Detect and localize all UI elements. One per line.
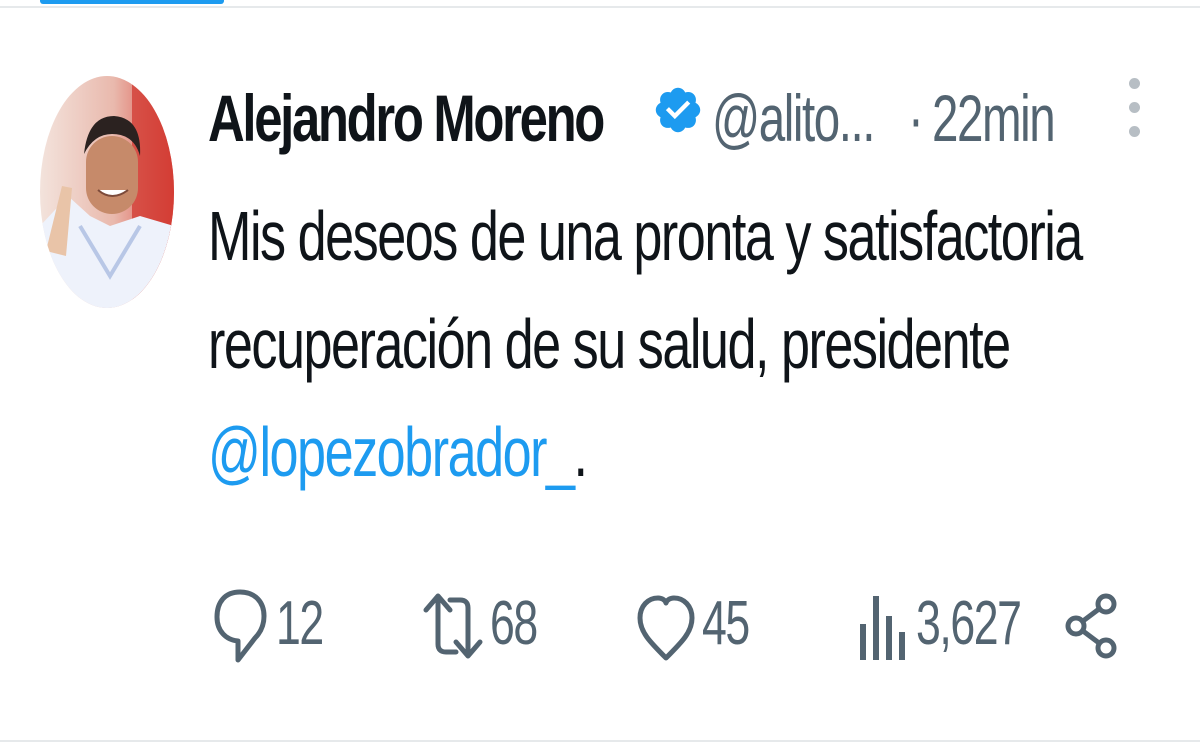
verified-badge-icon	[652, 84, 704, 136]
reply-icon	[214, 589, 267, 663]
retweet-button[interactable]: 68	[420, 578, 560, 668]
bottom-divider	[0, 740, 1200, 742]
author-name[interactable]: Alejandro Moreno	[208, 80, 605, 156]
avatar-photo	[40, 76, 174, 308]
avatar[interactable]	[40, 76, 174, 308]
view-count: 3,627	[916, 589, 1022, 658]
retweet-count: 68	[490, 589, 538, 658]
tweet-text: Mis deseos de una pronta y satisfactoria…	[208, 182, 1083, 506]
timestamp[interactable]: 22min	[932, 80, 1056, 156]
reply-count: 12	[276, 589, 324, 658]
tweet-text-line: @lopezobrador_.	[208, 398, 998, 506]
reply-button[interactable]: 12	[212, 578, 332, 668]
retweet-icon	[423, 593, 483, 659]
like-icon	[637, 595, 695, 661]
views-button[interactable]: 3,627	[856, 578, 1036, 668]
tweet-text-line: Mis deseos de una pronta y satisfactoria	[208, 197, 1083, 275]
action-bar: 12 68 45 3,627	[0, 578, 1200, 668]
like-count: 45	[702, 589, 750, 658]
views-icon	[860, 596, 905, 660]
tweet-text-line: recuperación de su salud, presidente	[208, 305, 1011, 383]
mention-link[interactable]: @lopezobrador_	[208, 413, 575, 491]
active-tab-indicator	[40, 0, 224, 4]
top-divider	[0, 6, 1200, 8]
share-icon	[1065, 593, 1117, 659]
more-options-icon[interactable]	[1124, 78, 1144, 148]
share-button[interactable]	[1062, 578, 1122, 668]
author-handle[interactable]: @alito...	[712, 80, 876, 156]
like-button[interactable]: 45	[636, 578, 766, 668]
mention-suffix: .	[573, 413, 589, 491]
tweet-header: Alejandro Moreno @alito... · 22min	[208, 72, 1148, 155]
separator-dot: ·	[908, 81, 924, 155]
